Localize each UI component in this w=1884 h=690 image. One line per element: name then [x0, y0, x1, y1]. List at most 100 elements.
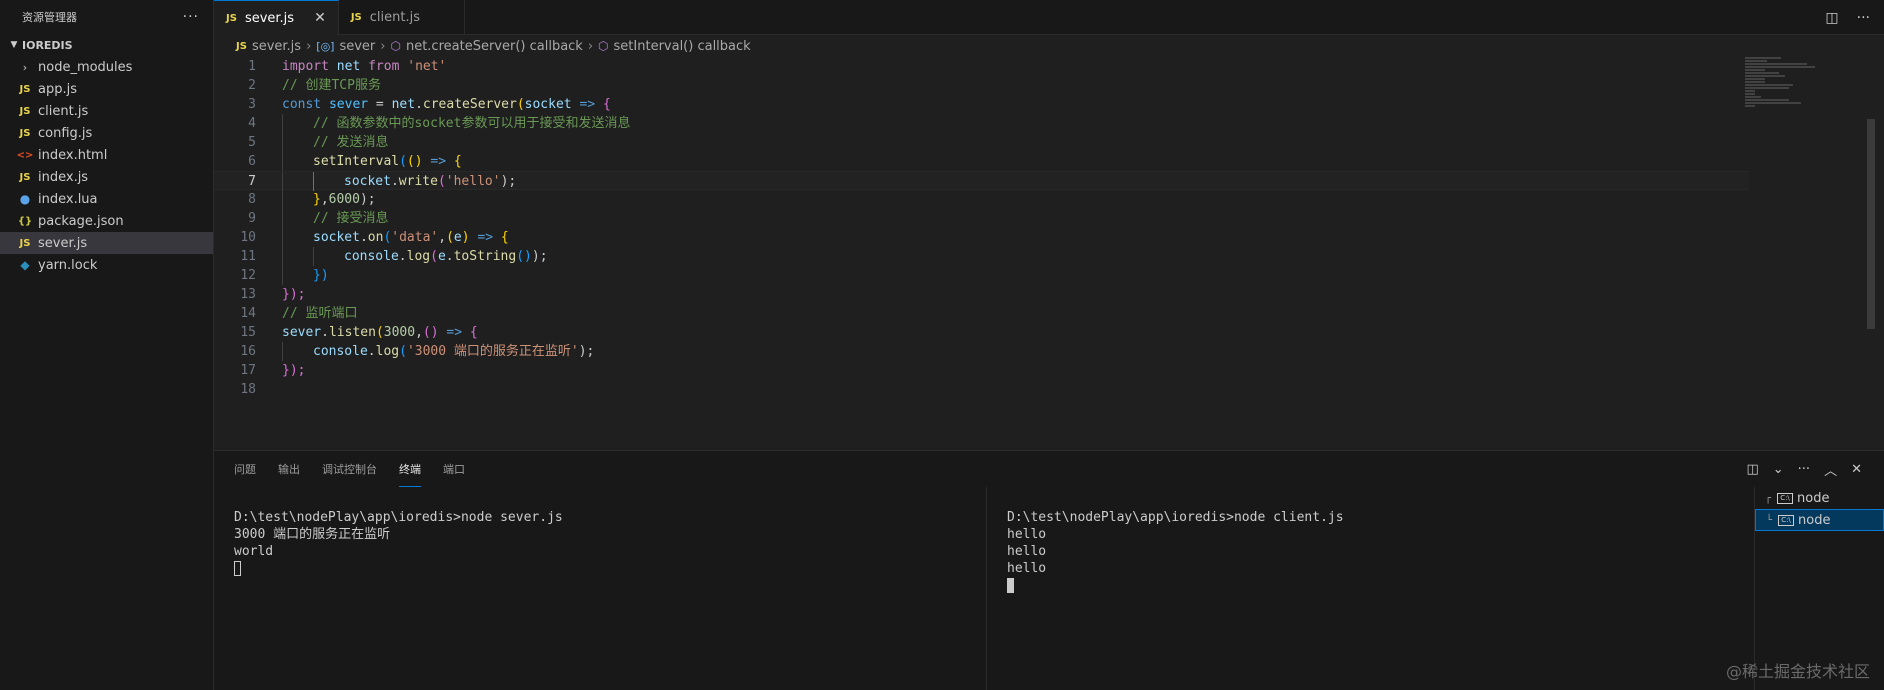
terminal-line: D:\test\nodePlay\app\ioredis>node client…	[1007, 510, 1344, 525]
close-icon[interactable]: ✕	[314, 10, 326, 26]
line-number: 5	[248, 135, 256, 150]
terminal-line: world	[234, 544, 274, 559]
bottom-panel: 问题 输出 调试控制台 终端 端口 ◫ ⌄ ··· ︿ ✕ D:\test\no…	[214, 450, 1884, 690]
minimap-line	[1745, 69, 1765, 71]
minimap-line	[1745, 99, 1789, 101]
workspace-section-header[interactable]: ▼ IOREDIS	[0, 34, 213, 56]
maximize-panel-icon[interactable]: ︿	[1824, 460, 1837, 479]
code-line: 12})	[214, 266, 1749, 285]
terminal-list-item[interactable]: └ C:\ node	[1755, 509, 1884, 531]
js-file-icon: JS	[19, 83, 31, 95]
breadcrumb-file[interactable]: sever.js	[252, 39, 301, 54]
tab-debug-console[interactable]: 调试控制台	[322, 451, 377, 487]
file-tree: › node_modules JS app.js JS client.js JS config…	[0, 56, 213, 276]
tab-output[interactable]: 输出	[278, 451, 300, 487]
breadcrumb-variable[interactable]: sever	[339, 39, 375, 54]
file-tree-item[interactable]: {} package.json	[0, 210, 213, 232]
line-number: 8	[248, 192, 256, 207]
file-tree-item[interactable]: JS sever.js	[0, 232, 213, 254]
code-line: 8},6000);	[214, 190, 1749, 209]
terminal-name: node	[1798, 512, 1831, 528]
file-tree-item[interactable]: JS client.js	[0, 100, 213, 122]
more-actions-icon[interactable]: ···	[1798, 462, 1810, 477]
file-tree-item[interactable]: JS index.js	[0, 166, 213, 188]
file-name: package.json	[38, 213, 124, 229]
terminal-line: D:\test\nodePlay\app\ioredis>node sever.…	[234, 510, 563, 525]
file-name: sever.js	[38, 235, 88, 251]
watermark: @稀土掘金技术社区	[1725, 662, 1870, 681]
tab-label: client.js	[369, 10, 420, 25]
chevron-right-icon: ›	[306, 38, 312, 54]
chevron-right-icon: ›	[22, 60, 28, 74]
file-tree-item[interactable]: JS config.js	[0, 122, 213, 144]
minimap-line	[1745, 60, 1767, 62]
tab-ports[interactable]: 端口	[443, 451, 465, 487]
minimap-line	[1745, 81, 1765, 83]
code-line: 10 socket.on('data',(e) => {	[214, 228, 1749, 247]
breadcrumb-function[interactable]: setInterval() callback	[614, 39, 751, 54]
variable-icon: [◎]	[316, 39, 335, 53]
close-icon[interactable]: ✕	[1851, 462, 1862, 477]
file-tree-item[interactable]: ● index.lua	[0, 188, 213, 210]
terminal-list-item[interactable]: ┌ C:\ node	[1755, 487, 1884, 509]
minimap-line	[1745, 78, 1765, 80]
explorer-sidebar: 资源管理器 ··· ▼ IOREDIS › node_modules JS app.j…	[0, 0, 214, 690]
yarn-file-icon: ◆	[20, 258, 30, 272]
scrollbar-thumb[interactable]	[1867, 119, 1875, 329]
tab-terminal[interactable]: 终端	[399, 451, 421, 487]
terminal-left[interactable]: D:\test\nodePlay\app\ioredis>node sever.…	[234, 509, 563, 577]
minimap-line	[1745, 87, 1789, 89]
tab-client-js[interactable]: JS client.js ✕	[339, 0, 465, 35]
file-tree-item[interactable]: ◆ yarn.lock	[0, 254, 213, 276]
code-line: 13});	[214, 285, 1749, 304]
file-name: config.js	[38, 125, 93, 141]
tab-sever-js[interactable]: JS sever.js ✕	[214, 0, 339, 35]
tab-problems[interactable]: 问题	[234, 451, 256, 487]
line-number: 18	[240, 382, 256, 397]
file-tree-item[interactable]: › node_modules	[0, 56, 213, 78]
more-actions-icon[interactable]: ···	[1857, 10, 1870, 26]
panel-actions: ◫ ⌄ ··· ︿ ✕	[1746, 451, 1862, 487]
minimap[interactable]	[1745, 57, 1865, 397]
line-number: 7	[248, 174, 256, 189]
code-line: 9// 接受消息	[214, 209, 1749, 228]
chevron-down-icon: ▼	[10, 40, 18, 50]
method-icon: ⬡	[598, 39, 609, 53]
file-tree-item[interactable]: JS app.js	[0, 78, 213, 100]
js-file-icon: JS	[350, 12, 362, 23]
split-editor-icon[interactable]: ◫	[1825, 10, 1838, 26]
js-file-icon: JS	[226, 12, 237, 24]
breadcrumb-function[interactable]: net.createServer() callback	[406, 39, 583, 54]
code-line: 4// 函数参数中的socket参数可以用于接受和发送消息	[214, 114, 1749, 133]
panel-tab-bar: 问题 输出 调试控制台 终端 端口	[234, 451, 465, 487]
more-actions-icon[interactable]: ···	[183, 9, 199, 25]
minimap-line	[1745, 105, 1755, 107]
method-icon: ⬡	[390, 39, 401, 53]
line-number: 13	[240, 287, 256, 302]
terminal-line: hello	[1007, 527, 1047, 542]
file-name: app.js	[38, 81, 77, 97]
file-tree-item[interactable]: <> index.html	[0, 144, 213, 166]
line-number: 1	[248, 59, 256, 74]
code-editor[interactable]: 1 import net from 'net' 2// 创建TCP服务 3 cons…	[214, 57, 1749, 397]
split-terminal-icon[interactable]: ◫	[1746, 462, 1758, 477]
minimap-line	[1745, 84, 1793, 86]
line-number: 9	[248, 211, 256, 226]
tab-label: sever.js	[244, 10, 295, 26]
code-line: 17});	[214, 361, 1749, 380]
js-file-icon: JS	[19, 105, 31, 117]
chevron-right-icon: ›	[380, 38, 386, 54]
minimap-line	[1745, 90, 1755, 92]
terminal-split-divider[interactable]	[986, 487, 987, 690]
line-number: 10	[240, 230, 256, 245]
minimap-line	[1745, 57, 1781, 59]
vertical-scrollbar[interactable]	[1864, 57, 1878, 397]
line-number: 11	[240, 249, 256, 264]
line-number: 12	[240, 268, 256, 283]
chevron-down-icon[interactable]: ⌄	[1773, 462, 1784, 477]
terminal-right[interactable]: D:\test\nodePlay\app\ioredis>node client…	[1007, 509, 1344, 594]
workspace-name: IOREDIS	[22, 38, 73, 52]
line-number: 3	[248, 97, 256, 112]
code-line: 14// 监听端口	[214, 304, 1749, 323]
minimap-line	[1745, 75, 1785, 77]
